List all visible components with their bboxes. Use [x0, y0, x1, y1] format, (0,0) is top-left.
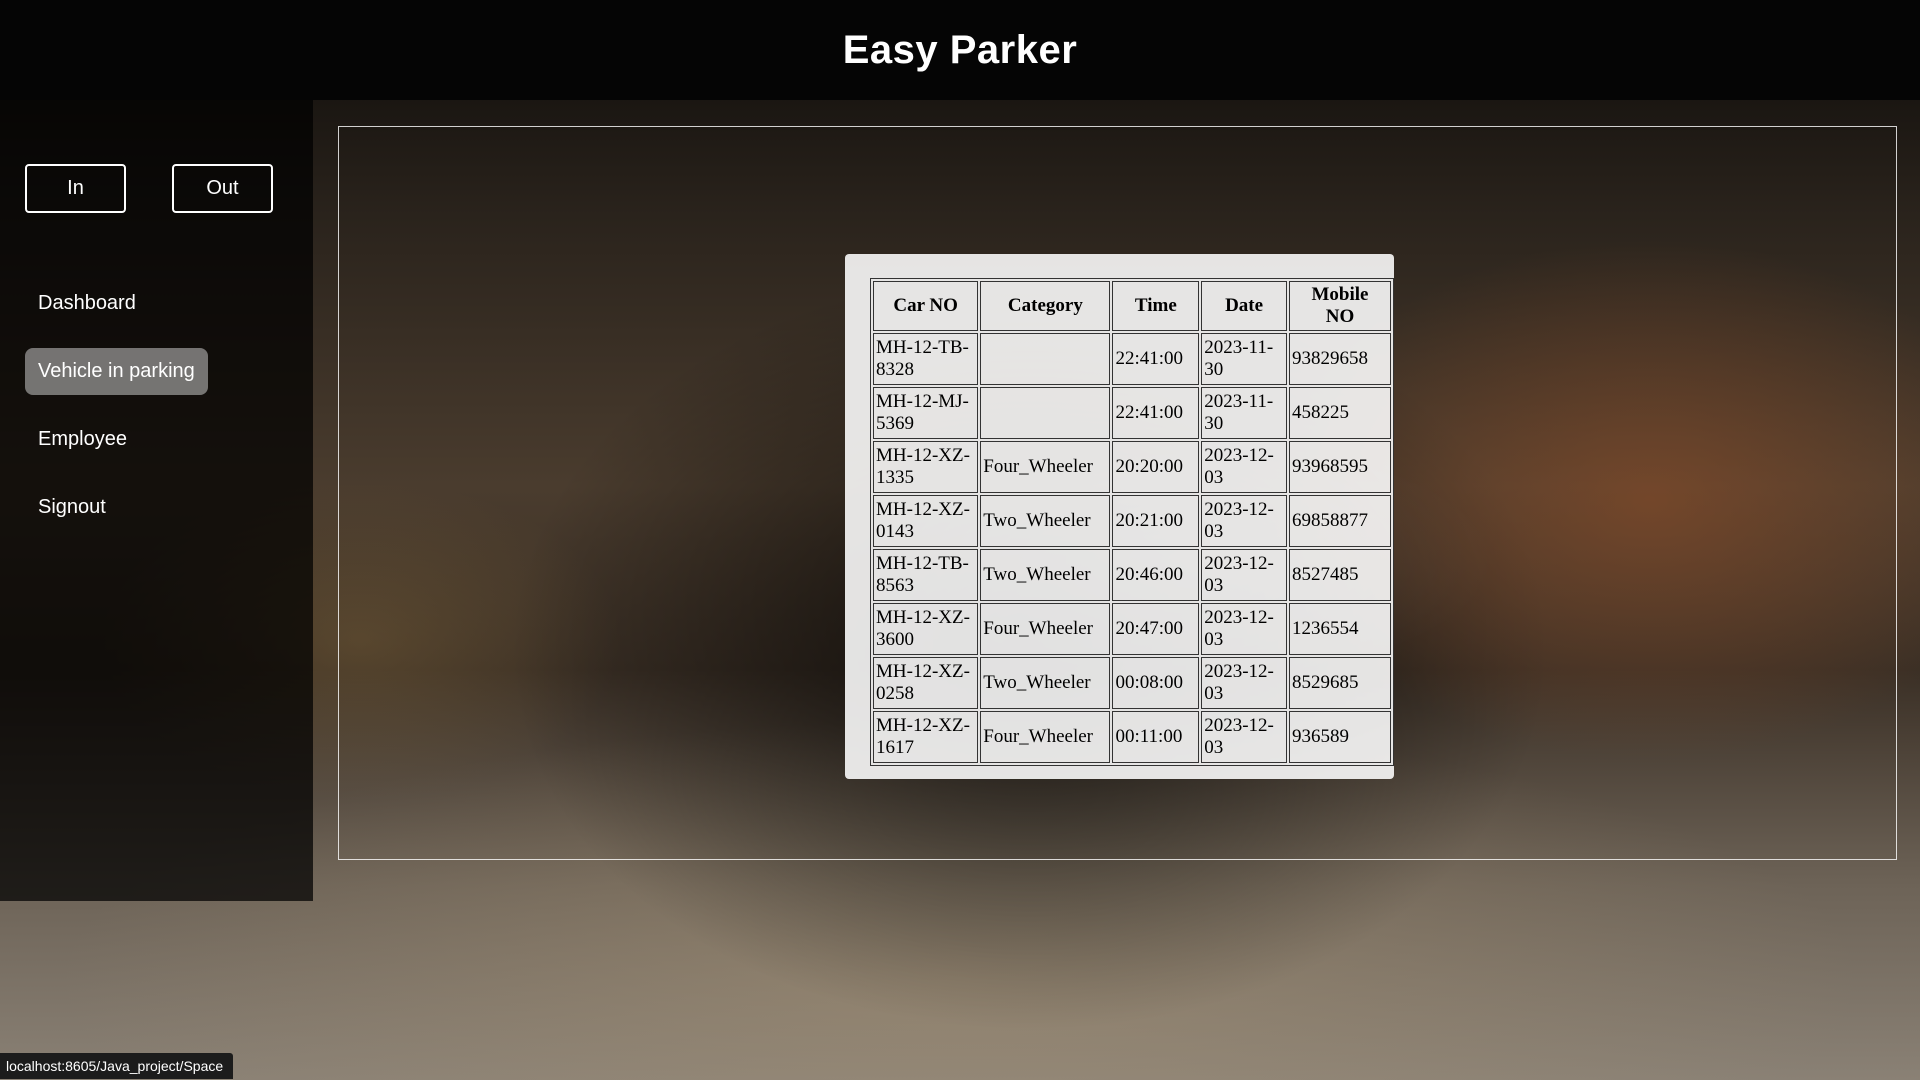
table-row: MH-12-TB-8563 Two_Wheeler 20:46:00 2023-…	[873, 549, 1391, 601]
vehicle-table: Car NO Category Time Date Mobile NO MH-1…	[870, 278, 1394, 766]
column-header-mobile-no: Mobile NO	[1288, 281, 1391, 331]
sidebar-item-dashboard[interactable]: Dashboard	[25, 280, 149, 327]
cell-category: Two_Wheeler	[980, 549, 1111, 601]
cell-category	[980, 333, 1111, 385]
cell-car-no: MH-12-MJ-5369	[873, 387, 979, 439]
cell-category: Four_Wheeler	[980, 711, 1111, 763]
cell-mobile-no: 1236554	[1288, 603, 1391, 655]
cell-time: 00:08:00	[1112, 657, 1200, 709]
cell-mobile-no: 8529685	[1288, 657, 1391, 709]
app-title: Easy Parker	[842, 27, 1078, 72]
table-row: MH-12-MJ-5369 22:41:00 2023-11-30 458225	[873, 387, 1391, 439]
cell-mobile-no: 8527485	[1288, 549, 1391, 601]
cell-mobile-no: 93829658	[1288, 333, 1391, 385]
cell-time: 00:11:00	[1112, 711, 1200, 763]
table-row: MH-12-XZ-1617 Four_Wheeler 00:11:00 2023…	[873, 711, 1391, 763]
cell-car-no: MH-12-XZ-1335	[873, 441, 979, 493]
sidebar-item-signout[interactable]: Signout	[25, 484, 119, 531]
cell-car-no: MH-12-XZ-0258	[873, 657, 979, 709]
cell-category: Two_Wheeler	[980, 657, 1111, 709]
cell-date: 2023-12-03	[1201, 711, 1287, 763]
cell-category	[980, 387, 1111, 439]
table-row: MH-12-XZ-0258 Two_Wheeler 00:08:00 2023-…	[873, 657, 1391, 709]
cell-date: 2023-12-03	[1201, 549, 1287, 601]
column-header-category: Category	[980, 281, 1111, 331]
cell-car-no: MH-12-XZ-3600	[873, 603, 979, 655]
cell-mobile-no: 69858877	[1288, 495, 1391, 547]
cell-car-no: MH-12-XZ-1617	[873, 711, 979, 763]
cell-date: 2023-12-03	[1201, 657, 1287, 709]
column-header-time: Time	[1112, 281, 1200, 331]
out-button[interactable]: Out	[172, 164, 273, 213]
cell-date: 2023-11-30	[1201, 333, 1287, 385]
cell-date: 2023-12-03	[1201, 495, 1287, 547]
cell-category: Two_Wheeler	[980, 495, 1111, 547]
cell-category: Four_Wheeler	[980, 441, 1111, 493]
header: Easy Parker	[0, 0, 1920, 100]
table-row: MH-12-XZ-3600 Four_Wheeler 20:47:00 2023…	[873, 603, 1391, 655]
cell-category: Four_Wheeler	[980, 603, 1111, 655]
cell-mobile-no: 93968595	[1288, 441, 1391, 493]
cell-car-no: MH-12-TB-8328	[873, 333, 979, 385]
in-button[interactable]: In	[25, 164, 126, 213]
sidebar: In Out Dashboard Vehicle in parking Empl…	[0, 100, 313, 901]
cell-time: 20:46:00	[1112, 549, 1200, 601]
cell-mobile-no: 458225	[1288, 387, 1391, 439]
vehicle-table-card: Car NO Category Time Date Mobile NO MH-1…	[845, 254, 1394, 779]
cell-time: 20:21:00	[1112, 495, 1200, 547]
cell-mobile-no: 936589	[1288, 711, 1391, 763]
cell-time: 20:47:00	[1112, 603, 1200, 655]
cell-time: 22:41:00	[1112, 333, 1200, 385]
cell-time: 20:20:00	[1112, 441, 1200, 493]
sidebar-item-employee[interactable]: Employee	[25, 416, 140, 463]
cell-time: 22:41:00	[1112, 387, 1200, 439]
sidebar-item-vehicle-in-parking[interactable]: Vehicle in parking	[25, 348, 208, 395]
table-header-row: Car NO Category Time Date Mobile NO	[873, 281, 1391, 331]
table-row: MH-12-XZ-1335 Four_Wheeler 20:20:00 2023…	[873, 441, 1391, 493]
cell-car-no: MH-12-XZ-0143	[873, 495, 979, 547]
sidebar-nav: Dashboard Vehicle in parking Employee Si…	[25, 280, 208, 552]
cell-car-no: MH-12-TB-8563	[873, 549, 979, 601]
table-row: MH-12-XZ-0143 Two_Wheeler 20:21:00 2023-…	[873, 495, 1391, 547]
status-bar-url: localhost:8605/Java_project/Space	[0, 1053, 234, 1079]
table-row: MH-12-TB-8328 22:41:00 2023-11-30 938296…	[873, 333, 1391, 385]
column-header-car-no: Car NO	[873, 281, 979, 331]
cell-date: 2023-11-30	[1201, 387, 1287, 439]
cell-date: 2023-12-03	[1201, 441, 1287, 493]
cell-date: 2023-12-03	[1201, 603, 1287, 655]
column-header-date: Date	[1201, 281, 1287, 331]
